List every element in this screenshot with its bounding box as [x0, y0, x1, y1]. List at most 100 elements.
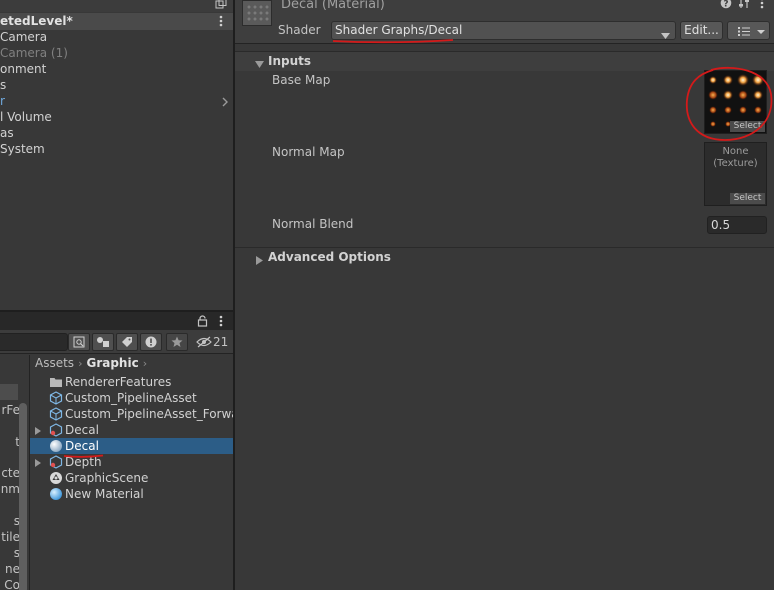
help-icon[interactable]: ? — [720, 0, 732, 10]
normal-blend-input[interactable]: 0.5 — [707, 216, 767, 234]
search-input[interactable] — [0, 333, 68, 351]
project-asset-list: Assets › Graphic › RendererFeatures Cust… — [30, 355, 233, 590]
hierarchy-header — [0, 0, 233, 12]
normal-map-none-text: None (Texture) — [713, 146, 758, 169]
asset-label: Custom_PipelineAsset — [65, 391, 197, 405]
search-type-icon — [73, 336, 85, 348]
red-underline-annotation — [63, 454, 104, 458]
unity-scene-icon — [49, 471, 63, 485]
hierarchy-item[interactable]: as — [0, 126, 14, 142]
shader-options-button[interactable] — [727, 21, 770, 40]
pipeline-asset-icon — [49, 407, 63, 421]
foldout-arrow-icon[interactable] — [34, 425, 42, 435]
folder-tree-item[interactable]: ne — [0, 562, 20, 578]
svg-text:?: ? — [723, 0, 728, 9]
material-preview-thumbnail — [242, 0, 272, 26]
breadcrumb-graphic[interactable]: Graphic — [86, 356, 138, 370]
asset-row[interactable]: GraphicScene — [30, 470, 233, 486]
breadcrumb-assets[interactable]: Assets — [35, 356, 74, 370]
hierarchy-item[interactable]: Camera — [0, 30, 47, 46]
chevron-right-icon: › — [142, 356, 148, 370]
folder-tree-item[interactable]: onm — [0, 482, 20, 498]
chevron-right-icon[interactable] — [220, 96, 230, 108]
asset-label: GraphicScene — [65, 471, 149, 485]
folder-tree-item[interactable]: cte — [0, 466, 20, 482]
project-tabbar — [0, 312, 233, 330]
shader-label: Shader — [278, 23, 321, 37]
edit-shader-button[interactable]: Edit... — [680, 21, 723, 40]
favorites-button[interactable] — [166, 333, 188, 351]
foldout-arrow-icon[interactable] — [34, 457, 42, 467]
shader-graph-icon — [49, 423, 63, 437]
folder-tree-item[interactable]: tile — [0, 530, 20, 546]
folder-tree-item[interactable]: Co — [0, 578, 20, 590]
project-folder-tree: rFe t cte onm s tile s ne Co — [0, 355, 29, 590]
header-icons: ? — [720, 0, 768, 10]
folder-tree-item[interactable]: s — [0, 514, 20, 530]
inspector-header: Decal (Material) ? Shader Shader Graphs/… — [235, 0, 774, 44]
advanced-options-label: Advanced Options — [268, 250, 391, 264]
hierarchy-panel: etedLevel* Camera Camera (1) onment s r … — [0, 0, 233, 311]
hierarchy-item[interactable]: r — [0, 94, 5, 110]
project-panel: 21 rFe t cte onm s tile s ne Co Assets ›… — [0, 312, 233, 590]
inspector-title: Decal (Material) — [281, 0, 385, 12]
scrollbar-thumb[interactable] — [19, 403, 27, 590]
foldout-expanded-icon — [255, 58, 264, 68]
base-map-label: Base Map — [272, 73, 331, 87]
normal-blend-label: Normal Blend — [272, 217, 354, 231]
normal-map-label: Normal Map — [272, 145, 345, 159]
preset-icon[interactable] — [738, 0, 750, 9]
dropdown-arrow-icon — [661, 28, 670, 39]
folder-tree-item[interactable]: s — [0, 546, 20, 562]
asset-row[interactable]: Decal — [30, 422, 233, 438]
kebab-menu-icon[interactable] — [219, 15, 223, 27]
inputs-label: Inputs — [268, 54, 312, 68]
kebab-menu-icon[interactable] — [756, 0, 768, 9]
shapes-icon — [97, 337, 109, 347]
asset-row[interactable]: RendererFeatures — [30, 374, 233, 390]
show-warnings-button[interactable] — [140, 333, 162, 351]
kebab-menu-icon[interactable] — [219, 315, 223, 327]
inspector-panel: Decal (Material) ? Shader Shader Graphs/… — [235, 0, 774, 590]
asset-row[interactable]: Depth — [30, 454, 233, 470]
hierarchy-item[interactable]: l Volume — [0, 110, 52, 126]
asset-row[interactable]: Custom_PipelineAsset_Forwar — [30, 406, 233, 422]
filter-by-type-button[interactable] — [92, 333, 114, 351]
hierarchy-item[interactable]: System — [0, 142, 45, 158]
asset-label: New Material — [65, 487, 144, 501]
red-underline-annotation — [332, 39, 454, 44]
hidden-count-label: 21 — [213, 335, 229, 349]
asset-row[interactable]: New Material — [30, 486, 233, 502]
lock-icon[interactable] — [197, 315, 208, 327]
normal-map-select-button[interactable]: Select — [730, 193, 765, 204]
folder-icon — [49, 375, 63, 389]
asset-label: Custom_PipelineAsset_Forwar — [65, 407, 233, 421]
scene-header-row[interactable]: etedLevel* — [0, 13, 233, 30]
hierarchy-item[interactable]: Camera (1) — [0, 46, 68, 62]
hierarchy-item[interactable]: s — [0, 78, 6, 94]
folder-tree-item[interactable]: rFe — [0, 403, 20, 419]
shader-dropdown-value: Shader Graphs/Decal — [335, 23, 463, 37]
star-icon — [171, 336, 183, 347]
hidden-packages-toggle[interactable]: 21 — [196, 334, 232, 350]
folder-tree-item[interactable]: t — [0, 435, 20, 451]
scene-title: etedLevel* — [0, 14, 73, 28]
maximize-icon[interactable] — [215, 0, 227, 9]
advanced-options-foldout[interactable]: Advanced Options — [235, 247, 774, 267]
eye-hidden-icon — [196, 336, 212, 348]
pipeline-asset-icon — [49, 391, 63, 405]
asset-row[interactable]: Custom_PipelineAsset — [30, 390, 233, 406]
material-icon — [49, 487, 63, 501]
shader-graph-icon — [49, 455, 63, 469]
red-circle-annotation — [685, 66, 773, 141]
filter-by-label-button[interactable] — [116, 333, 138, 351]
chevron-right-icon: › — [78, 356, 83, 370]
foldout-collapsed-icon — [255, 254, 264, 265]
hierarchy-item[interactable]: onment — [0, 62, 46, 78]
list-icon — [738, 27, 750, 36]
asset-row-selected[interactable]: Decal — [30, 438, 233, 454]
normal-map-texture-slot[interactable]: None (Texture) Select — [704, 142, 767, 206]
folder-tree-selection — [0, 384, 18, 400]
search-by-type-button[interactable] — [68, 333, 90, 351]
warning-icon — [145, 336, 157, 348]
